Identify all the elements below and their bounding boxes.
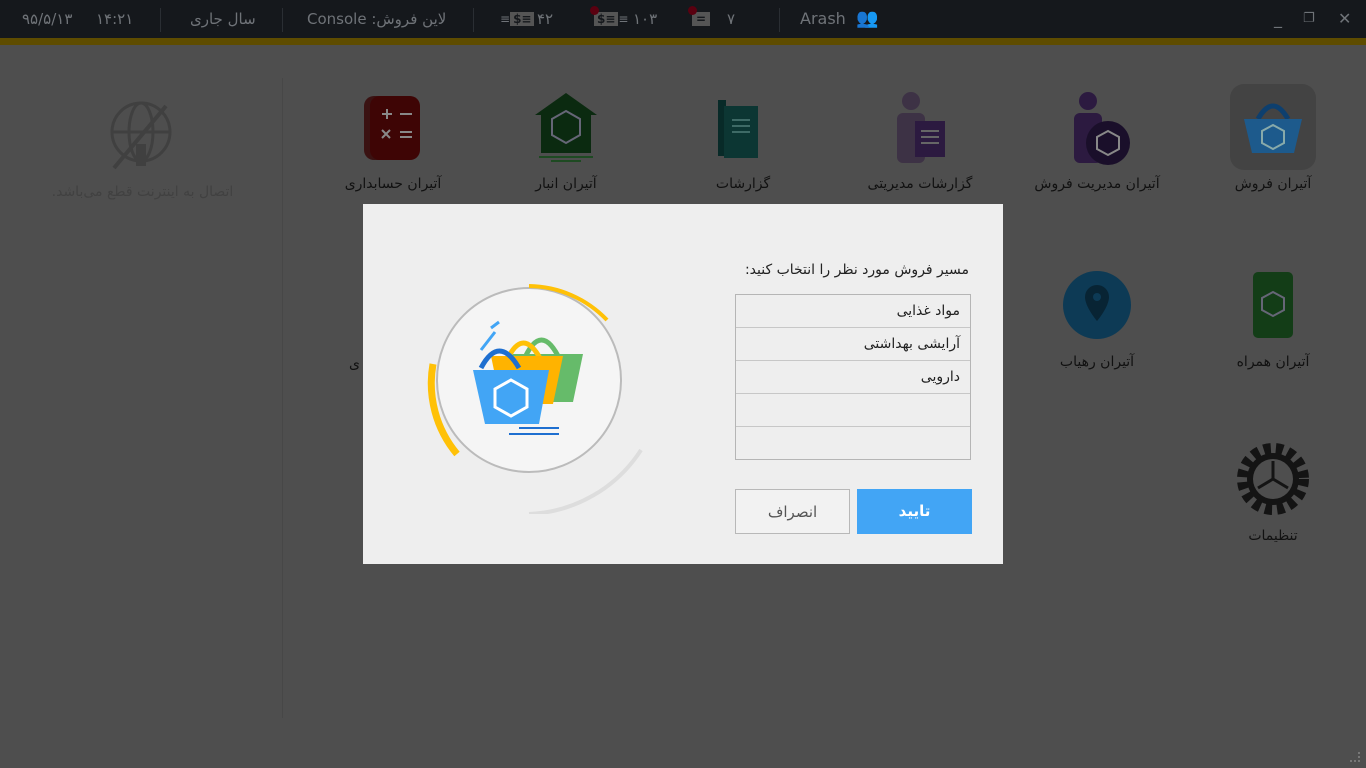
- user-name[interactable]: Arash: [800, 0, 846, 38]
- route-list[interactable]: مواد غذایی آرایشی بهداشتی دارویی: [735, 294, 971, 460]
- app-label: آتیران انبار: [535, 176, 597, 192]
- app-label: آتیران رهیاب: [1059, 354, 1135, 370]
- app-partial[interactable]: ی: [290, 356, 360, 372]
- receipt-count: ۱۰۳: [633, 10, 658, 28]
- app-accounting[interactable]: آتیران حسابداری: [328, 84, 458, 192]
- app-label: آتیران همراه: [1236, 354, 1310, 370]
- route-item[interactable]: مواد غذایی: [736, 295, 970, 328]
- app-label: گزارشات مدیریتی: [867, 176, 973, 192]
- basket-illustration: [427, 284, 643, 514]
- route-item[interactable]: دارویی: [736, 361, 970, 394]
- calculator-icon: [350, 84, 436, 170]
- console-label[interactable]: Console :لاین فروش: [307, 0, 446, 38]
- mobile-icon: [1230, 262, 1316, 348]
- app-settings[interactable]: تنظیمات: [1208, 436, 1338, 544]
- sales-manager-icon: [1054, 84, 1140, 170]
- users-icon[interactable]: 👥: [856, 0, 878, 38]
- confirm-button[interactable]: تایید: [857, 489, 972, 534]
- app-mobile[interactable]: آتیران همراه: [1208, 262, 1338, 370]
- invoice-icon[interactable]: ≡ $≡: [500, 0, 535, 38]
- divider: [473, 8, 474, 32]
- divider: [160, 8, 161, 32]
- fiscal-year[interactable]: سال جاری: [190, 0, 256, 38]
- minimize-button[interactable]: _: [1274, 0, 1282, 38]
- location-pin-icon: [1054, 262, 1140, 348]
- no-internet-icon: [110, 101, 171, 170]
- offline-status: اتصال به اینترنت قطع می‌باشد.: [30, 100, 255, 200]
- route-prompt: مسیر فروش مورد نظر را انتخاب کنید:: [744, 262, 969, 278]
- route-item[interactable]: [736, 394, 970, 427]
- offline-message: اتصال به اینترنت قطع می‌باشد.: [51, 184, 234, 200]
- cancel-button[interactable]: انصراف: [735, 489, 850, 534]
- invoice-count: ۴۲: [537, 10, 554, 28]
- cheque-count: ۷: [727, 10, 736, 28]
- divider: [282, 78, 283, 718]
- management-report-icon: [877, 84, 963, 170]
- basket-icon: [1230, 84, 1316, 170]
- time: ۱۴:۲۱: [96, 10, 134, 28]
- app-label: گزارشات: [715, 176, 771, 192]
- divider: [779, 8, 780, 32]
- resize-grip-icon[interactable]: [1350, 752, 1360, 762]
- app-label: آتیران مدیریت فروش: [1034, 176, 1160, 192]
- app-sales-management[interactable]: آتیران مدیریت فروش: [1032, 84, 1162, 192]
- app-rahyab[interactable]: آتیران رهیاب: [1032, 262, 1162, 370]
- app-warehouse[interactable]: آتیران انبار: [501, 84, 631, 192]
- app-reports[interactable]: گزارشات: [678, 84, 808, 192]
- close-button[interactable]: ✕: [1338, 0, 1351, 38]
- restore-button[interactable]: ❐: [1303, 0, 1315, 38]
- route-item[interactable]: [736, 427, 970, 460]
- accent-strip: [0, 38, 1366, 45]
- scroll-report-icon: [700, 84, 786, 170]
- receipt-icon[interactable]: $≡ ≡: [590, 0, 628, 38]
- app-label: آتیران فروش: [1234, 176, 1312, 192]
- warehouse-icon: [523, 84, 609, 170]
- app-label: تنظیمات: [1248, 528, 1298, 544]
- cheque-icon[interactable]: =: [688, 0, 711, 38]
- app-management-reports[interactable]: گزارشات مدیریتی: [855, 84, 985, 192]
- divider: [282, 8, 283, 32]
- route-item[interactable]: آرایشی بهداشتی: [736, 328, 970, 361]
- gear-icon: [1230, 436, 1316, 522]
- sales-route-dialog: مسیر فروش مورد نظر را انتخاب کنید: مواد …: [363, 204, 1003, 564]
- app-label: ی: [349, 356, 360, 372]
- app-atiran-sales[interactable]: آتیران فروش: [1208, 84, 1338, 192]
- top-bar: ۹۵/۵/۱۳ ۱۴:۲۱ سال جاری Console :لاین فرو…: [0, 0, 1366, 38]
- app-label: آتیران حسابداری: [344, 176, 442, 192]
- date: ۹۵/۵/۱۳: [22, 10, 73, 28]
